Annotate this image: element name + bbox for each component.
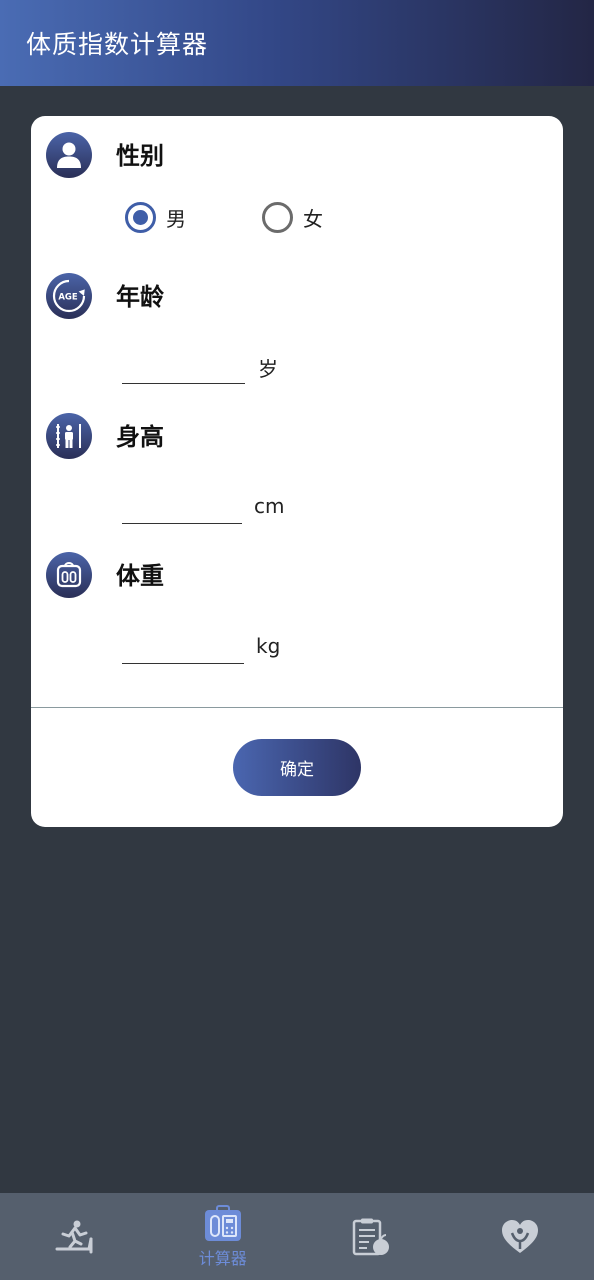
weight-label: 体重	[116, 562, 164, 590]
weight-input[interactable]	[122, 636, 244, 664]
nav-item-health[interactable]	[446, 1193, 594, 1280]
gender-male-label: 男	[166, 207, 186, 231]
nav-item-exercise[interactable]	[0, 1193, 149, 1280]
scale-icon	[46, 552, 92, 598]
calculator-icon	[204, 1204, 241, 1241]
nav-label-calculator: 计算器	[198, 1248, 247, 1268]
radio-checked-icon	[125, 202, 156, 233]
height-label: 身高	[116, 423, 164, 451]
divider	[31, 707, 563, 708]
radio-unchecked-icon	[262, 202, 293, 233]
person-icon	[46, 132, 92, 178]
age-label: 年龄	[116, 283, 164, 311]
diet-clipboard-icon	[353, 1218, 390, 1255]
gender-female-label: 女	[303, 207, 323, 231]
height-input[interactable]	[122, 496, 242, 524]
age-unit: 岁	[258, 357, 278, 381]
app-screen: 体质指数计算器 性别 男 女 AGE 年龄 岁 身高 cm 体重 kg 确定 计…	[0, 0, 594, 1280]
nav-item-calculator[interactable]: 计算器	[149, 1193, 298, 1280]
age-input[interactable]	[122, 356, 245, 384]
page-title: 体质指数计算器	[26, 30, 209, 59]
nav-item-diet[interactable]	[297, 1193, 446, 1280]
age-icon: AGE	[46, 273, 92, 319]
gender-male-radio[interactable]: 男	[125, 202, 186, 233]
height-icon	[46, 413, 92, 459]
confirm-button[interactable]: 确定	[233, 739, 361, 796]
bmi-form-card: 性别 男 女 AGE 年龄 岁 身高 cm 体重 kg 确定	[31, 116, 563, 827]
bottom-nav: 计算器	[0, 1193, 594, 1280]
gender-female-radio[interactable]: 女	[262, 202, 323, 233]
treadmill-icon	[55, 1220, 93, 1253]
height-unit: cm	[254, 494, 285, 518]
app-header: 体质指数计算器	[0, 0, 594, 86]
gender-label: 性别	[116, 142, 164, 170]
weight-unit: kg	[256, 634, 281, 658]
heart-care-icon	[501, 1219, 538, 1253]
svg-text:AGE: AGE	[58, 293, 78, 303]
